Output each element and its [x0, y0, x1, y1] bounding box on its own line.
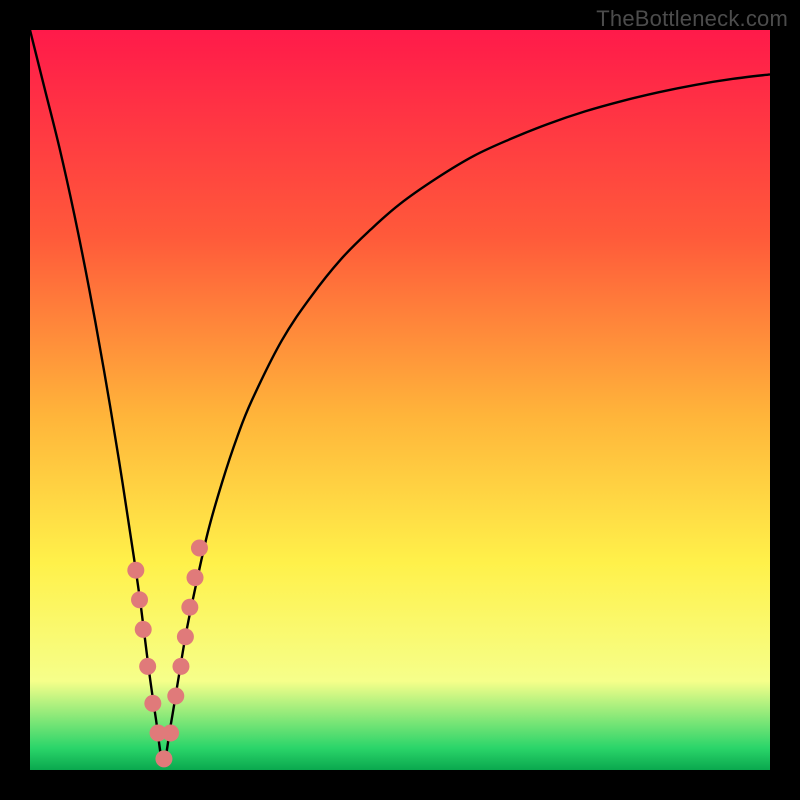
curve-layer: [30, 30, 770, 770]
chart-frame: TheBottleneck.com: [0, 0, 800, 800]
marker-point: [139, 658, 156, 675]
marker-point: [127, 562, 144, 579]
marker-point: [187, 569, 204, 586]
marker-point: [131, 591, 148, 608]
marker-point: [144, 695, 161, 712]
marker-point: [167, 688, 184, 705]
watermark-text: TheBottleneck.com: [596, 6, 788, 32]
marker-point: [172, 658, 189, 675]
marker-point: [162, 725, 179, 742]
marker-point: [155, 750, 172, 767]
plot-area: [30, 30, 770, 770]
highlight-markers: [127, 540, 208, 768]
marker-point: [191, 540, 208, 557]
marker-point: [135, 621, 152, 638]
bottleneck-curve: [30, 30, 770, 763]
marker-point: [181, 599, 198, 616]
marker-point: [177, 628, 194, 645]
